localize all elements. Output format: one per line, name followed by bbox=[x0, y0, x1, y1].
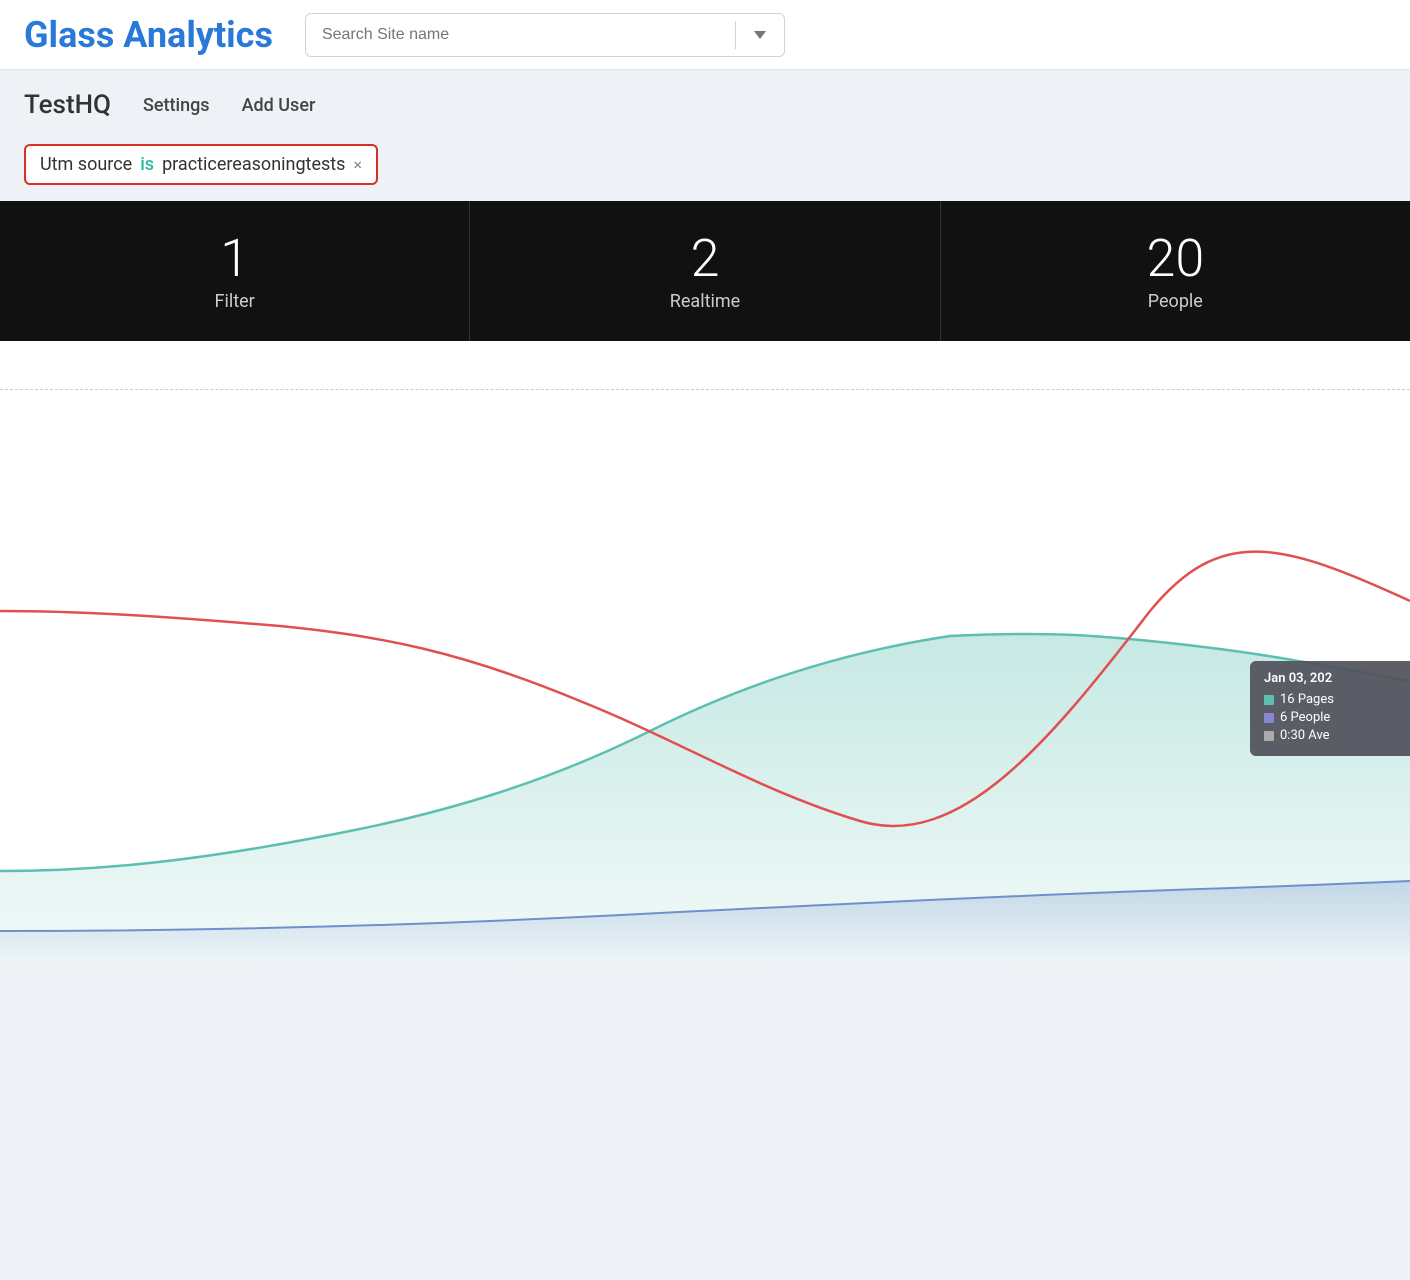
tooltip-pages-text: 16 Pages bbox=[1280, 692, 1334, 707]
chart-svg bbox=[0, 341, 1410, 961]
filter-pill[interactable]: Utm source is practicereasoningtests × bbox=[24, 144, 378, 185]
stat-people: 20 People bbox=[941, 201, 1410, 341]
tooltip-row-people: 6 People bbox=[1264, 710, 1396, 725]
stats-bar: 1 Filter 2 Realtime 20 People bbox=[0, 201, 1410, 341]
tooltip-dot-purple bbox=[1264, 713, 1274, 723]
tooltip-row-pages: 16 Pages bbox=[1264, 692, 1396, 707]
tooltip-people-text: 6 People bbox=[1280, 710, 1330, 725]
tooltip-dot-teal bbox=[1264, 695, 1274, 705]
search-input[interactable] bbox=[306, 26, 735, 44]
stat-people-number: 20 bbox=[1146, 230, 1204, 287]
filter-operator: is bbox=[140, 154, 154, 175]
chevron-down-icon bbox=[754, 31, 766, 39]
chart-section: Jan 03, 202 16 Pages 6 People 0:30 Ave bbox=[0, 341, 1410, 961]
stat-filter-label: Filter bbox=[215, 291, 255, 312]
site-name: TestHQ bbox=[24, 90, 111, 120]
stat-realtime: 2 Realtime bbox=[470, 201, 940, 341]
settings-link[interactable]: Settings bbox=[143, 95, 210, 116]
tooltip-date: Jan 03, 202 bbox=[1264, 671, 1396, 686]
chart-tooltip: Jan 03, 202 16 Pages 6 People 0:30 Ave bbox=[1250, 661, 1410, 756]
filter-close-button[interactable]: × bbox=[353, 157, 362, 173]
stat-filter-number: 1 bbox=[220, 230, 249, 287]
search-bar[interactable] bbox=[305, 13, 785, 57]
header: Glass Analytics bbox=[0, 0, 1410, 70]
tooltip-row-avg: 0:30 Ave bbox=[1264, 728, 1396, 743]
stat-realtime-label: Realtime bbox=[670, 291, 740, 312]
logo: Glass Analytics bbox=[24, 14, 273, 56]
tooltip-dot-gray bbox=[1264, 731, 1274, 741]
filter-section: Utm source is practicereasoningtests × bbox=[0, 132, 1410, 201]
stat-filter: 1 Filter bbox=[0, 201, 470, 341]
stat-realtime-number: 2 bbox=[691, 230, 720, 287]
filter-value: practicereasoningtests bbox=[162, 154, 345, 175]
add-user-link[interactable]: Add User bbox=[242, 95, 316, 116]
filter-label: Utm source bbox=[40, 154, 132, 175]
sub-header: TestHQ Settings Add User bbox=[0, 70, 1410, 132]
search-dropdown-button[interactable] bbox=[736, 13, 784, 57]
stat-people-label: People bbox=[1148, 291, 1203, 312]
tooltip-avg-text: 0:30 Ave bbox=[1280, 728, 1330, 743]
